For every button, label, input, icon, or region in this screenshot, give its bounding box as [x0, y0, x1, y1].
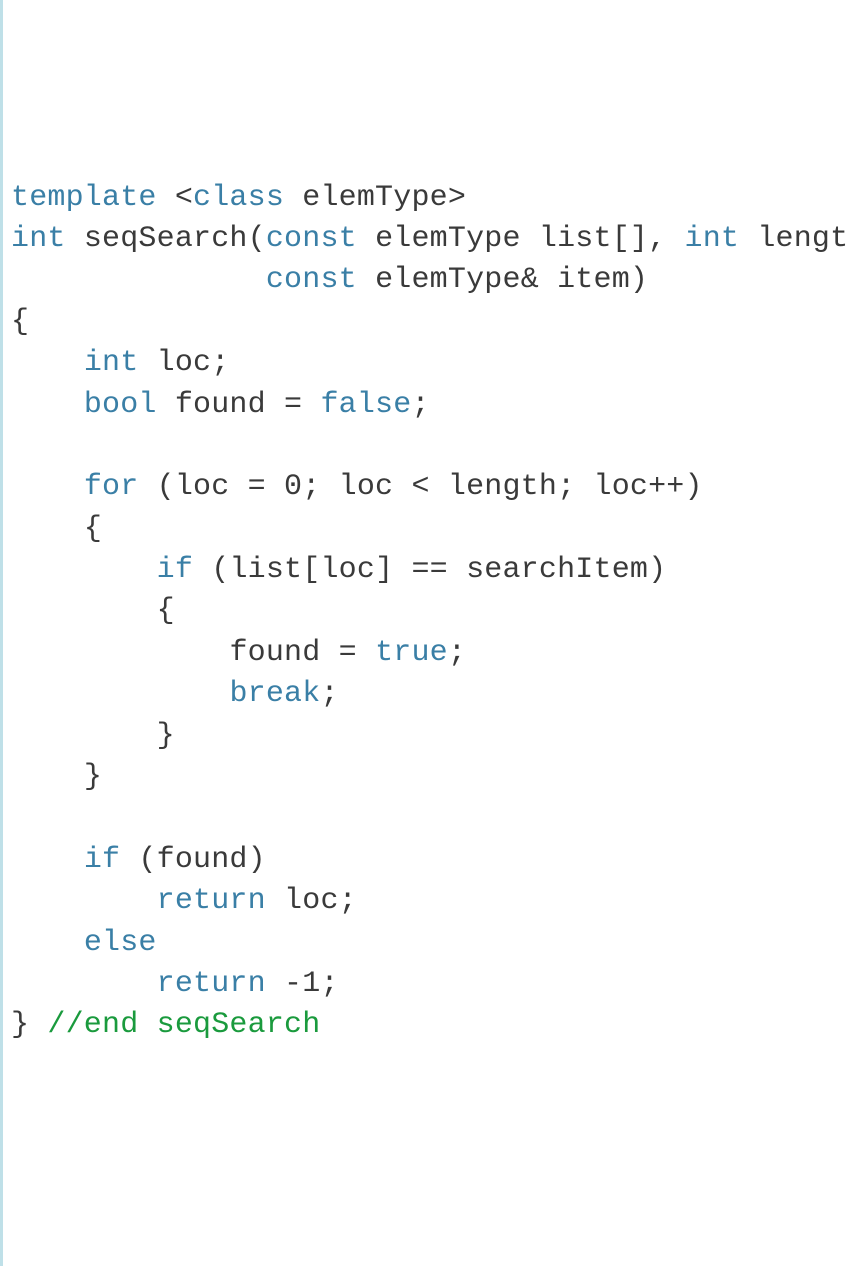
var-loc: loc: [284, 884, 339, 918]
var-loc: loc: [175, 470, 230, 504]
kw-template: template: [11, 181, 157, 215]
kw-break: break: [229, 677, 320, 711]
tok-semi: ;: [302, 470, 320, 504]
param-item: item: [557, 263, 630, 297]
tok-rbrack: ]: [630, 222, 648, 256]
kw-int: int: [84, 346, 139, 380]
tok-rbrace: }: [84, 760, 102, 794]
tok-eq: =: [284, 388, 302, 422]
var-found: found: [175, 388, 266, 422]
kw-if: if: [84, 843, 120, 877]
line-16: return loc;: [11, 884, 357, 918]
line-18: return -1;: [11, 967, 339, 1001]
line-6: bool found = false;: [11, 388, 430, 422]
tok-lparen: (: [157, 470, 175, 504]
tok-eqeq: ==: [411, 553, 447, 587]
tok-comma: ,: [648, 222, 666, 256]
tok-semi: ;: [411, 388, 429, 422]
line-2: int seqSearch(const elemType list[], int…: [11, 222, 847, 256]
kw-class: class: [193, 181, 284, 215]
line-blank-1: [11, 429, 29, 463]
var-found: found: [229, 636, 320, 670]
kw-for: for: [84, 470, 139, 504]
tok-rparen: ): [248, 843, 266, 877]
line-9: if (list[loc] == searchItem): [11, 553, 666, 587]
kw-if: if: [157, 553, 193, 587]
tok-rbrack: ]: [375, 553, 393, 587]
line-7: for (loc = 0; loc < length; loc++): [11, 470, 703, 504]
var-loc: loc: [320, 553, 375, 587]
kw-const: const: [266, 263, 357, 297]
line-19: } //end seqSearch: [11, 1008, 320, 1042]
tok-semi: ;: [557, 470, 575, 504]
line-14: }: [11, 760, 102, 794]
tok-lparen: (: [138, 843, 156, 877]
tok-lparen: (: [248, 222, 266, 256]
var-loc: loc: [157, 346, 212, 380]
tok-rbrace: }: [11, 1008, 29, 1042]
tok-rparen: ): [630, 263, 648, 297]
tok-semi: ;: [339, 884, 357, 918]
var-searchItem: searchItem: [466, 553, 648, 587]
line-10: {: [11, 594, 175, 628]
code-block: template <class elemType> int seqSearch(…: [11, 178, 839, 1047]
type-elemType: elemType: [375, 222, 521, 256]
kw-int: int: [11, 222, 66, 256]
tok-gt: >: [448, 181, 466, 215]
tok-lt: <: [411, 470, 429, 504]
tok-semi: ;: [448, 636, 466, 670]
tok-lbrack: [: [612, 222, 630, 256]
line-11: found = true;: [11, 636, 466, 670]
kw-false: false: [320, 388, 411, 422]
kw-return: return: [157, 884, 266, 918]
num-zero: 0: [284, 470, 302, 504]
tok-eq: =: [248, 470, 266, 504]
tok-rparen: ): [685, 470, 703, 504]
line-4: {: [11, 305, 29, 339]
line-8: {: [11, 512, 102, 546]
kw-int: int: [685, 222, 740, 256]
tok-lbrace: {: [11, 305, 29, 339]
tok-semi: ;: [320, 967, 338, 1001]
line-3: const elemType& item): [11, 263, 648, 297]
type-elemType: elemType: [302, 181, 448, 215]
kw-const: const: [266, 222, 357, 256]
comment-end: //end seqSearch: [47, 1008, 320, 1042]
line-15: if (found): [11, 843, 266, 877]
kw-return: return: [157, 967, 266, 1001]
kw-else: else: [84, 926, 157, 960]
param-length: length: [757, 222, 847, 256]
line-5: int loc;: [11, 346, 229, 380]
tok-semi: ;: [320, 677, 338, 711]
tok-eq: =: [339, 636, 357, 670]
tok-lt: <: [175, 181, 193, 215]
tok-amp: &: [521, 263, 539, 297]
var-loc: loc: [594, 470, 649, 504]
kw-bool: bool: [84, 388, 157, 422]
tok-rbrace: }: [157, 719, 175, 753]
var-loc: loc: [339, 470, 394, 504]
line-1: template <class elemType>: [11, 181, 466, 215]
line-17: else: [11, 926, 157, 960]
fn-name: seqSearch: [84, 222, 248, 256]
tok-lparen: (: [211, 553, 229, 587]
num-neg1: -1: [284, 967, 320, 1001]
line-blank-2: [11, 801, 29, 835]
line-13: }: [11, 719, 175, 753]
param-list: list: [229, 553, 302, 587]
type-elemType: elemType: [375, 263, 521, 297]
tok-lbrace: {: [84, 512, 102, 546]
var-found: found: [157, 843, 248, 877]
tok-semi: ;: [211, 346, 229, 380]
param-list: list: [539, 222, 612, 256]
line-12: break;: [11, 677, 339, 711]
tok-plusplus: ++: [648, 470, 684, 504]
kw-true: true: [375, 636, 448, 670]
param-length: length: [448, 470, 557, 504]
tok-lbrace: {: [157, 594, 175, 628]
tok-lbrack: [: [302, 553, 320, 587]
tok-rparen: ): [648, 553, 666, 587]
